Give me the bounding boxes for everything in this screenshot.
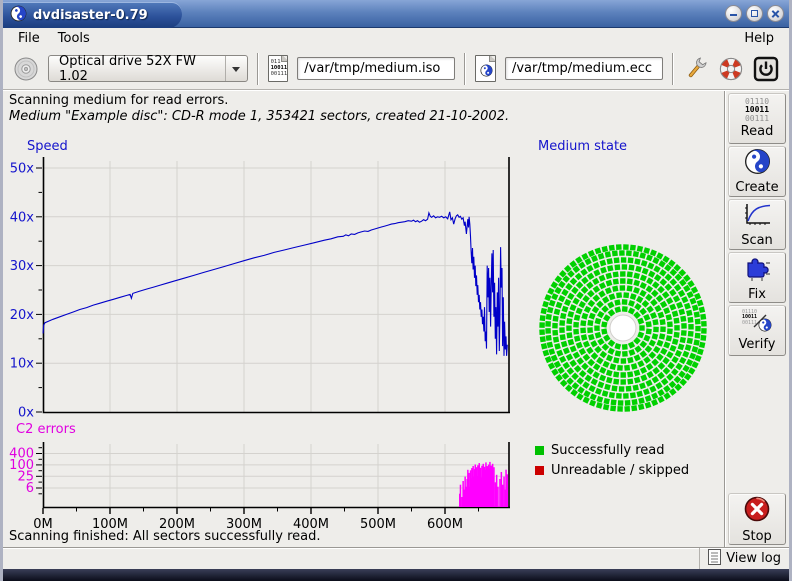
- minimize-button[interactable]: [725, 5, 742, 22]
- quit-power-icon[interactable]: [753, 56, 779, 82]
- drive-selector-value: Optical drive 52X FW 1.02: [49, 54, 225, 84]
- fix-button-label: Fix: [748, 287, 766, 302]
- toolbar-separator: [257, 53, 259, 85]
- medium-state-disc: [533, 236, 719, 416]
- titlebar: dvdisaster-0.79: [0, 0, 792, 28]
- menu-tools[interactable]: Tools: [49, 30, 99, 47]
- stop-button[interactable]: Stop: [728, 493, 786, 545]
- chevron-down-icon: [226, 62, 246, 76]
- speed-and-c2-chart: 0x10x20x30x40x50x6251004000M100M200M300M…: [8, 136, 528, 536]
- help-lifebuoy-icon[interactable]: [718, 56, 744, 82]
- view-log-button[interactable]: View log: [699, 548, 789, 569]
- scan-chart-icon: [742, 202, 772, 232]
- iso-path-input[interactable]: [297, 57, 455, 80]
- log-document-icon: [708, 549, 721, 569]
- status-line2: Medium "Example disc": CD-R mode 1, 3534…: [9, 109, 509, 124]
- iso-file-icon: 011 10011 00111: [268, 55, 289, 82]
- scan-button-label: Scan: [741, 233, 773, 248]
- finish-status-line: Scanning finished: All sectors successfu…: [9, 529, 321, 544]
- preferences-wrench-icon[interactable]: [683, 55, 709, 83]
- statusbar: View log: [3, 547, 789, 569]
- toolbar-separator: [672, 53, 674, 85]
- menu-file[interactable]: File: [9, 30, 49, 47]
- status-line1: Scanning medium for read errors.: [9, 93, 228, 108]
- stop-button-label: Stop: [742, 529, 772, 544]
- menu-help[interactable]: Help: [735, 30, 783, 47]
- menubar: File Tools Help: [3, 28, 789, 48]
- svg-text:600M: 600M: [427, 517, 463, 532]
- legend-green-swatch: [535, 446, 544, 455]
- read-binary-icon: 011101001100111: [745, 98, 769, 124]
- svg-text:10x: 10x: [10, 357, 35, 372]
- create-button-label: Create: [735, 180, 778, 195]
- legend-item-bad: Unreadable / skipped: [535, 460, 689, 480]
- legend-bad-label: Unreadable / skipped: [551, 463, 689, 478]
- svg-text:30x: 30x: [10, 259, 35, 274]
- fix-button[interactable]: Fix: [728, 252, 786, 303]
- svg-text:40x: 40x: [10, 210, 35, 225]
- cd-drive-icon: [13, 56, 39, 82]
- read-button-label: Read: [741, 124, 774, 139]
- ecc-yinyang-icon: [480, 64, 493, 79]
- create-button[interactable]: Create: [728, 146, 786, 197]
- fix-puzzle-icon: [742, 254, 772, 286]
- verify-button-label: Verify: [739, 337, 776, 352]
- ecc-path-input[interactable]: [505, 57, 663, 80]
- action-sidebar: 011101001100111 Read Create Scan Fix: [724, 91, 789, 547]
- main-content: Scanning medium for read errors. Medium …: [3, 90, 789, 547]
- legend-item-ok: Successfully read: [535, 440, 689, 460]
- title-tab: dvdisaster-0.79: [0, 2, 182, 28]
- scan-button[interactable]: Scan: [728, 199, 786, 250]
- svg-text:400: 400: [9, 447, 34, 462]
- svg-text:0x: 0x: [18, 406, 34, 421]
- svg-text:500M: 500M: [360, 517, 396, 532]
- medium-state-title: Medium state: [538, 139, 627, 154]
- legend-ok-label: Successfully read: [551, 443, 664, 458]
- window-title: dvdisaster-0.79: [33, 8, 148, 23]
- app-window: dvdisaster-0.79 File Tools Help Optical …: [0, 0, 792, 581]
- verify-icon: 011101001100111: [742, 310, 772, 336]
- toolbar-separator: [464, 53, 466, 85]
- drive-selector[interactable]: Optical drive 52X FW 1.02: [48, 55, 248, 82]
- ecc-file-icon: [475, 55, 496, 82]
- read-button[interactable]: 011101001100111 Read: [728, 93, 786, 144]
- close-button[interactable]: [767, 5, 784, 22]
- view-log-label: View log: [726, 551, 781, 566]
- svg-text:20x: 20x: [10, 308, 35, 323]
- medium-state-legend: Successfully read Unreadable / skipped: [535, 440, 689, 480]
- svg-text:50x: 50x: [10, 162, 35, 177]
- create-yinyang-icon: [744, 148, 771, 179]
- toolbar: Optical drive 52X FW 1.02 011 10011 0011…: [3, 48, 789, 90]
- maximize-button[interactable]: [746, 5, 763, 22]
- app-icon: [10, 5, 27, 26]
- legend-red-swatch: [535, 466, 544, 475]
- window-bottom-frame: [0, 569, 792, 581]
- stop-icon: [742, 494, 772, 528]
- verify-button[interactable]: 011101001100111 Verify: [728, 305, 786, 356]
